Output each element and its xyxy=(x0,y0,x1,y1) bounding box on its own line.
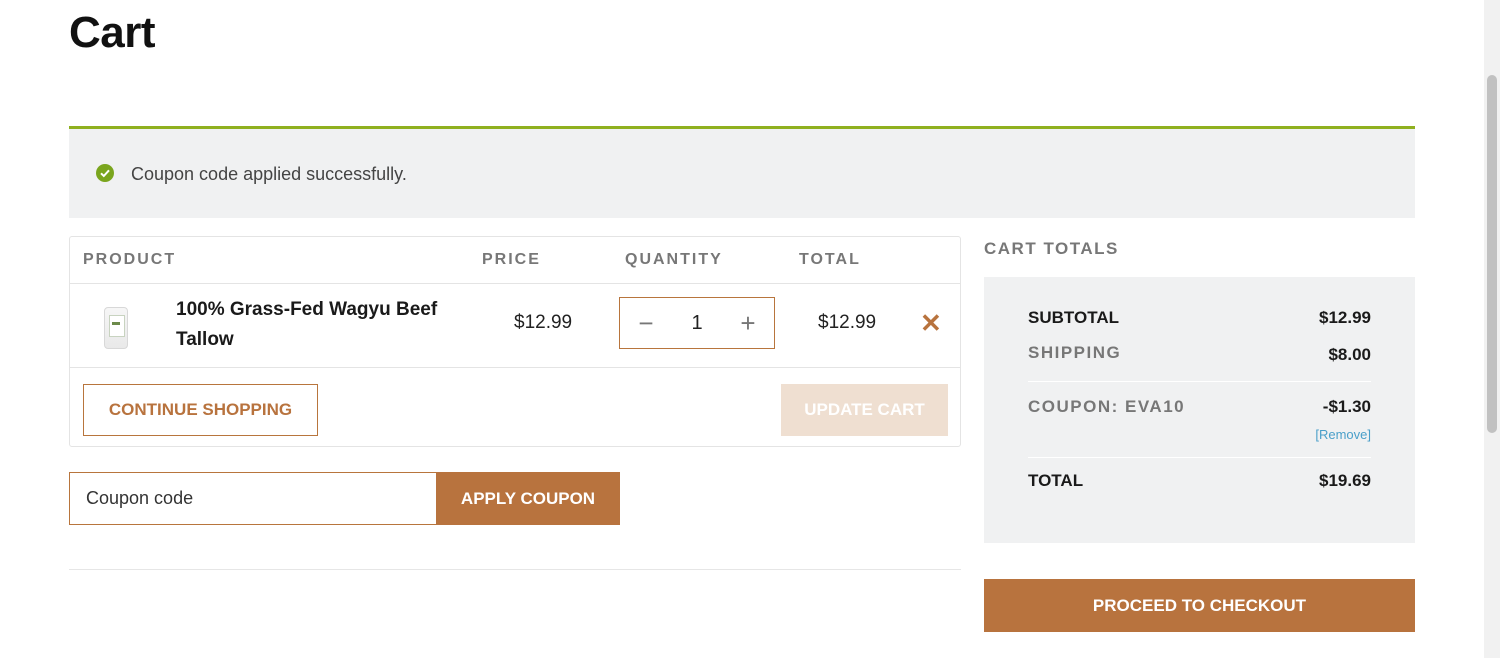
total-label: TOTAL xyxy=(1028,471,1084,490)
coupon-success-notice: Coupon code applied successfully. xyxy=(69,126,1415,218)
update-cart-button[interactable]: UPDATE CART xyxy=(781,384,948,436)
page-title: Cart xyxy=(69,8,156,57)
header-price: PRICE xyxy=(482,251,541,268)
item-total: $12.99 xyxy=(818,312,877,333)
proceed-to-checkout-button[interactable]: PROCEED TO CHECKOUT xyxy=(984,579,1415,632)
remove-item-button[interactable]: ✕ xyxy=(920,310,942,336)
apply-coupon-button[interactable]: APPLY COUPON xyxy=(436,472,620,525)
quantity-decrease-button[interactable]: − xyxy=(620,298,672,348)
continue-shopping-button[interactable]: CONTINUE SHOPPING xyxy=(83,384,318,436)
row-divider xyxy=(70,367,960,368)
subtotal-value: $12.99 xyxy=(1319,308,1371,327)
divider xyxy=(1028,457,1371,458)
header-product: PRODUCT xyxy=(83,251,177,268)
coupon-discount-value: -$1.30 xyxy=(1322,397,1371,416)
cart-table: PRODUCT PRICE QUANTITY TOTAL 100% Grass-… xyxy=(69,236,961,447)
close-icon: ✕ xyxy=(920,308,942,338)
quantity-input[interactable]: 1 xyxy=(672,298,722,348)
coupon-label: COUPON: EVA10 xyxy=(1028,397,1186,416)
cart-totals-panel: SUBTOTAL $12.99 SHIPPING $8.00 COUPON: E… xyxy=(984,277,1415,543)
total-value: $19.69 xyxy=(1319,471,1371,490)
check-circle-icon xyxy=(96,164,114,182)
row-divider xyxy=(70,283,960,284)
header-quantity: QUANTITY xyxy=(625,251,723,268)
cart-totals-heading: CART TOTALS xyxy=(984,239,1119,258)
scrollbar[interactable] xyxy=(1484,0,1500,658)
divider xyxy=(1028,381,1371,382)
header-total: TOTAL xyxy=(799,251,861,268)
coupon-code-input[interactable] xyxy=(69,472,436,525)
quantity-increase-button[interactable]: + xyxy=(722,298,774,348)
scrollbar-thumb[interactable] xyxy=(1487,75,1497,433)
shipping-value: $8.00 xyxy=(1328,345,1371,364)
remove-coupon-link[interactable]: [Remove] xyxy=(1315,427,1371,442)
item-price: $12.99 xyxy=(514,312,573,333)
subtotal-label: SUBTOTAL xyxy=(1028,308,1119,327)
notice-message: Coupon code applied successfully. xyxy=(131,164,407,184)
product-name-link[interactable]: 100% Grass-Fed Wagyu Beef Tallow xyxy=(176,295,466,355)
divider xyxy=(69,569,961,570)
shipping-label: SHIPPING xyxy=(1028,343,1122,362)
quantity-stepper: − 1 + xyxy=(619,297,775,349)
product-thumbnail[interactable] xyxy=(104,307,128,349)
